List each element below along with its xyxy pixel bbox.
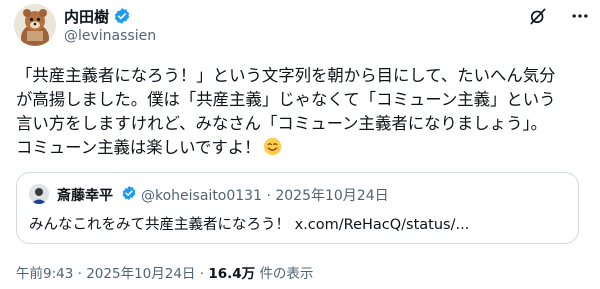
quoted-tweet-card[interactable]: 斎藤幸平 @koheisaito0131 · 2025年10月24日 みんなこれ… — [16, 172, 579, 244]
quoted-verified-badge-icon — [122, 186, 136, 200]
view-count-label: 件の表示 — [259, 266, 314, 282]
quoted-author-name[interactable]: 斎藤幸平 — [57, 185, 113, 205]
quoted-meta: @koheisaito0131 · 2025年10月24日 — [141, 185, 389, 205]
grok-icon[interactable] — [528, 6, 548, 26]
view-count[interactable]: 16.4万 — [208, 266, 255, 282]
verified-badge-icon — [114, 8, 130, 24]
tweet-date[interactable]: 2025年10月24日 — [86, 266, 195, 282]
tweet-time[interactable]: 午前9:43 — [16, 266, 73, 282]
author-name-row: 内田樹 — [64, 6, 131, 26]
quoted-handle[interactable]: @koheisaito0131 — [141, 188, 262, 204]
quoted-date[interactable]: 2025年10月24日 — [275, 188, 388, 204]
separator-dot: · — [266, 188, 271, 204]
bear-mascot-avatar-icon — [14, 4, 56, 46]
body-line: 言い方をしますけれど、みなさん「コミューン主義者になりましょう」。 — [16, 114, 548, 133]
body-line-text: コミューン主義は楽しいですよ！ — [16, 138, 261, 157]
author-display-name[interactable]: 内田樹 — [64, 6, 109, 27]
smiling-face-emoji-icon — [263, 137, 281, 156]
more-options-icon[interactable] — [570, 6, 590, 26]
tweet-body: 「共産主義者になろう！」という文字列を朝から目にして、たいへん気分 が高揚しまし… — [16, 64, 591, 160]
tweet: 内田樹 @levinassien 「共産主義者になろう！」という文字列を朝から目… — [0, 0, 600, 289]
body-line-last: コミューン主義は楽しいですよ！ — [16, 136, 591, 160]
separator-dot: · — [77, 266, 82, 282]
top-actions — [528, 6, 590, 26]
person-avatar-icon — [29, 184, 49, 204]
tweet-meta: 午前9:43 · 2025年10月24日 · 16.4万 件の表示 — [16, 262, 313, 282]
author-handle[interactable]: @levinassien — [64, 28, 156, 44]
quoted-author-avatar[interactable] — [29, 184, 49, 204]
author-avatar[interactable] — [14, 4, 56, 46]
body-line: が高揚しました。僕は「共産主義」じゃなくて「コミューン主義」という — [16, 90, 556, 109]
separator-dot: · — [199, 266, 205, 282]
body-line: 「共産主義者になろう！」という文字列を朝から目にして、たいへん気分 — [16, 66, 556, 85]
quoted-text: みんなこれをみて共産主義者になろう！ x.com/ReHacQ/status/.… — [29, 217, 470, 233]
